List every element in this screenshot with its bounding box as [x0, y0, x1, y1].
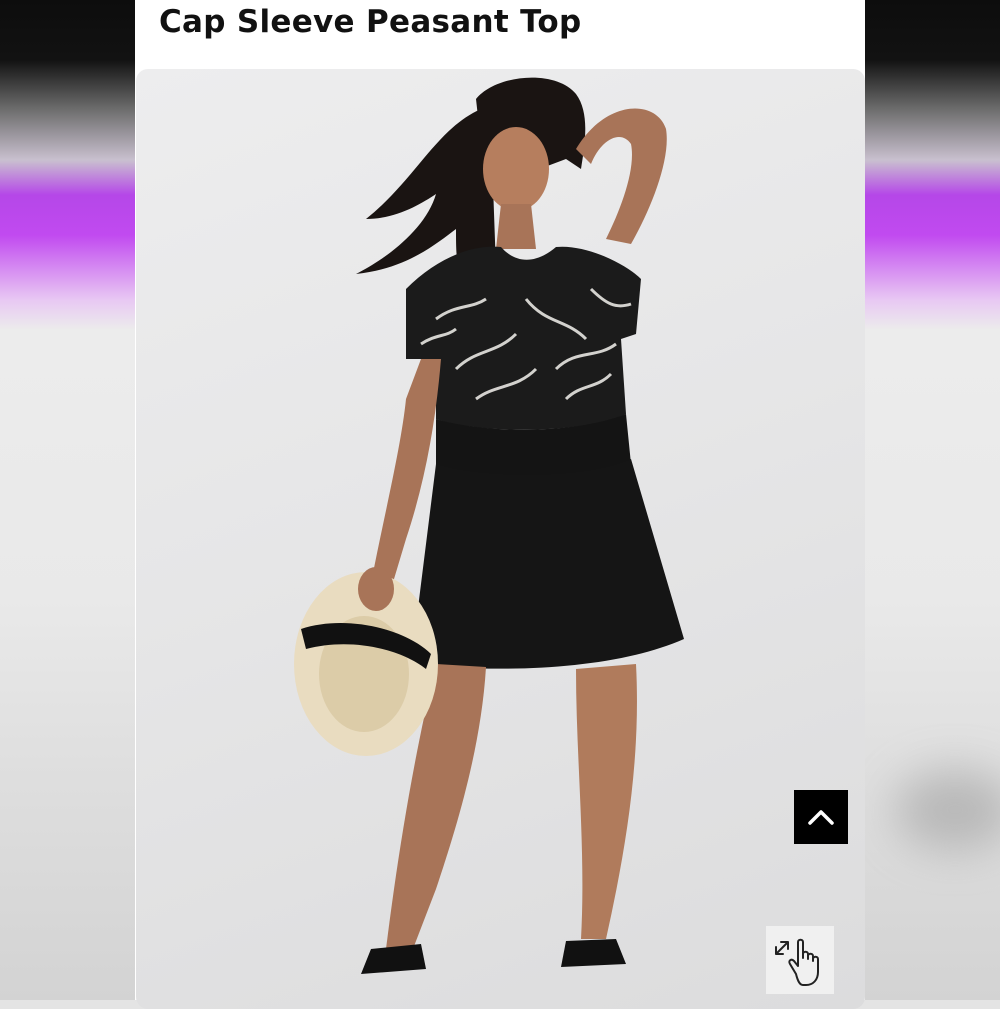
- product-title: Cap Sleeve Peasant Top: [159, 4, 582, 40]
- blurred-background-right: [865, 0, 1000, 1000]
- chevron-up-icon: [808, 810, 834, 825]
- zoom-image-button[interactable]: [766, 926, 834, 994]
- product-photo[interactable]: [136, 69, 865, 1009]
- hand-pointer-expand-icon: [775, 938, 819, 986]
- blurred-background-left: [0, 0, 135, 1000]
- model-illustration: [294, 77, 684, 974]
- product-panel: Cap Sleeve Peasant Top: [135, 0, 865, 1009]
- back-to-top-button[interactable]: [794, 790, 848, 844]
